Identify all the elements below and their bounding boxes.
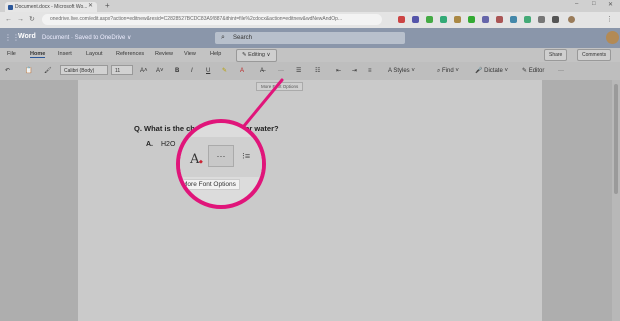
clear-formatting-icon: A — [190, 152, 200, 167]
zoom-magnifier: A ◆ ··· ⁝≡ More Font Options — [176, 119, 266, 209]
more-font-options-button[interactable]: ··· — [208, 145, 234, 167]
tooltip: More Font Options — [180, 179, 240, 190]
callout-arrow — [242, 78, 284, 128]
clear-formatting-eraser-icon: ◆ — [199, 159, 203, 165]
bullets-icon: ⁝≡ — [242, 151, 251, 161]
